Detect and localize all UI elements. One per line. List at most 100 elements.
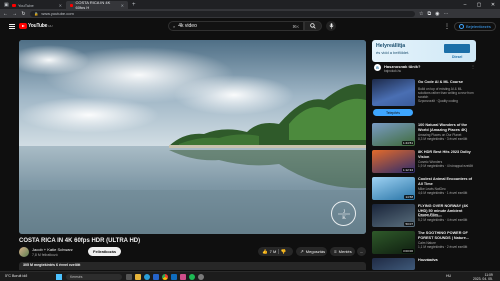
recommendation-item[interactable]: Hozzáadva: [372, 258, 476, 270]
youtube-play-logo-icon: [19, 23, 27, 29]
recommendation-thumbnail[interactable]: [372, 258, 415, 270]
close-window-icon[interactable]: ✕: [486, 0, 500, 9]
logo-text: YouTube: [28, 23, 48, 29]
recommendation-title: 8K HDR Best Hits 2023 Dolby Vision: [418, 150, 471, 159]
clock-date: 2023. 04. 05.: [473, 277, 493, 281]
sponsored-promo[interactable]: Go Code AI & ML Course Build on top of e…: [372, 79, 476, 119]
tab-label: YouTube: [18, 2, 34, 8]
maximize-icon[interactable]: ▢: [472, 0, 486, 9]
sign-in-label: Bejelentkezés: [466, 24, 491, 29]
recommendation-title: Coolest Animal Encounters of All Time: [418, 177, 473, 186]
photos-icon[interactable]: [180, 274, 186, 280]
share-button[interactable]: ↗ Megosztás: [296, 247, 327, 256]
save-icon: ≡: [334, 249, 337, 254]
browser-more-icon[interactable]: ⋯: [443, 11, 448, 17]
task-view-icon[interactable]: [126, 274, 132, 280]
more-actions-button[interactable]: …: [357, 247, 366, 256]
edge-icon[interactable]: [144, 274, 150, 280]
recommendation-title: The SOOTHING POWER OF FOREST SOUNDS | Na…: [418, 231, 470, 240]
search-icon: [310, 23, 316, 29]
profile-icon[interactable]: ◉: [435, 11, 439, 17]
hamburger-menu-icon[interactable]: [9, 24, 15, 29]
extensions-icon[interactable]: ⧉: [427, 11, 431, 17]
voice-search-button[interactable]: [326, 21, 336, 31]
tab-youtube[interactable]: YouTube ✕: [8, 1, 66, 9]
video-player[interactable]: JK: [19, 40, 366, 234]
jk-monogram-icon: JK: [337, 210, 350, 221]
recommendation-thumbnail[interactable]: 1:44:51: [372, 123, 415, 146]
clock[interactable]: 11:09 2023. 04. 05.: [473, 273, 493, 281]
search-button[interactable]: [304, 21, 322, 31]
recommendation-item[interactable]: 3:00:00 The SOOTHING POWER OF FOREST SOU…: [372, 231, 476, 255]
reload-icon[interactable]: ↻: [21, 11, 26, 17]
ad-info[interactable]: B Hasznosnak tűnik? bajnokok.hu ⋮: [372, 62, 476, 75]
channel-watermark-icon[interactable]: JK: [331, 201, 356, 226]
weather-widget[interactable]: 5°C Borult idő: [5, 274, 27, 278]
like-dislike-pill[interactable]: 👍 7 M 👎: [258, 247, 293, 256]
promo-thumbnail[interactable]: [372, 79, 415, 106]
video-title: COSTA RICA IN 4K 60fps HDR (ULTRA HD): [19, 238, 141, 244]
sign-in-button[interactable]: Bejelentkezés: [454, 22, 496, 31]
spotify-icon[interactable]: [189, 274, 195, 280]
video-duration: 1:12:34: [401, 168, 414, 172]
back-icon[interactable]: ←: [3, 11, 8, 17]
channel-name[interactable]: Jacob + Katie Schwarz: [32, 247, 73, 252]
youtube-favicon-icon: [12, 3, 16, 7]
recommendation-item[interactable]: 1:44:51 100 Natural Wonders of the World…: [372, 123, 476, 147]
share-icon: ↗: [300, 248, 304, 254]
svg-text:K: K: [342, 216, 346, 221]
advertiser-logo: B: [374, 64, 381, 71]
windows-start-icon[interactable]: [56, 274, 62, 280]
subscribe-button[interactable]: Feliratkozás: [88, 247, 122, 256]
video-duration: 3:00:00: [401, 249, 414, 253]
tab-video[interactable]: COSTA RICA IN 4K 60fps H ✕: [66, 0, 128, 10]
forward-icon[interactable]: →: [12, 11, 17, 17]
description-box[interactable]: 305 M megtekintés 6 évvel ezelőtt: [19, 262, 366, 270]
mail-icon[interactable]: [171, 274, 177, 280]
youtube-logo[interactable]: YouTube HU: [19, 23, 53, 29]
chrome-icon[interactable]: [162, 274, 168, 280]
close-icon[interactable]: ✕: [121, 3, 124, 8]
logo-region: HU: [48, 24, 53, 28]
recommendation-title: 100 Natural Wonders of the World (Amazin…: [418, 123, 468, 132]
minimize-icon[interactable]: –: [458, 0, 472, 9]
recommendation-item[interactable]: 50:07 FLYING OVER NORWAY (4K UHD) 50 min…: [372, 204, 476, 228]
taskbar-search[interactable]: Keresés: [66, 274, 122, 280]
language-indicator[interactable]: HU: [446, 274, 451, 278]
more-icon: …: [359, 249, 364, 254]
more-options-icon[interactable]: ⋮: [443, 22, 451, 30]
recommendation-meta: 5,2 M megtekintés · 4 évvel ezelőtt: [418, 218, 468, 222]
address-bar[interactable]: 🔒 www.youtube.com: [30, 10, 415, 17]
file-explorer-icon[interactable]: [135, 274, 141, 280]
recommendation-item[interactable]: 14:58 Coolest Animal Encounters of All T…: [372, 177, 476, 201]
new-tab-button[interactable]: +: [128, 1, 140, 9]
keyboard-icon[interactable]: ⌘K: [292, 24, 299, 29]
thumbs-up-icon[interactable]: 👍: [262, 249, 268, 255]
install-button[interactable]: Telepítés: [373, 109, 413, 116]
url-text: www.youtube.com: [41, 11, 74, 16]
recommendation-thumbnail[interactable]: 1:12:34: [372, 150, 415, 173]
store-icon[interactable]: [153, 274, 159, 280]
recommendation-meta: 4,6 M megtekintés · 1 évvel ezelőtt: [418, 191, 468, 195]
recommendation-meta: 8,3 M megtekintés · 3 évvel ezelőtt: [418, 137, 468, 141]
browser-menu-icon[interactable]: ▣: [0, 1, 9, 9]
thumbs-down-icon[interactable]: 👎: [281, 249, 287, 255]
recommendation-item[interactable]: 1:12:34 8K HDR Best Hits 2023 Dolby Visi…: [372, 150, 476, 174]
settings-icon[interactable]: [198, 274, 204, 280]
channel-avatar[interactable]: [19, 247, 29, 257]
close-icon[interactable]: ✕: [59, 3, 62, 8]
ad-domain: bajnokok.hu: [384, 69, 402, 73]
search-icon: ⌕: [173, 23, 176, 29]
ad-banner[interactable]: Helyreállítja és vidd a belföldet. Diese…: [372, 40, 476, 62]
recommendation-thumbnail[interactable]: 14:58: [372, 177, 415, 200]
ad-banner-subline: és vidd a belföldet.: [376, 50, 410, 55]
save-button[interactable]: ≡ Mentés: [330, 247, 355, 256]
recommendation-thumbnail[interactable]: 50:07: [372, 204, 415, 227]
recommendation-thumbnail[interactable]: 3:00:00: [372, 231, 415, 254]
os-taskbar: 5°C Borult idő Keresés HU 11:09 2023. 04…: [0, 271, 500, 281]
video-frame-beach: [19, 40, 366, 234]
ad-menu-icon[interactable]: ⋮: [471, 64, 475, 69]
bookmark-icon[interactable]: ☆: [419, 11, 423, 17]
account-icon: [459, 24, 464, 29]
search-input[interactable]: ⌕ 4k video ⌘K: [168, 21, 304, 31]
